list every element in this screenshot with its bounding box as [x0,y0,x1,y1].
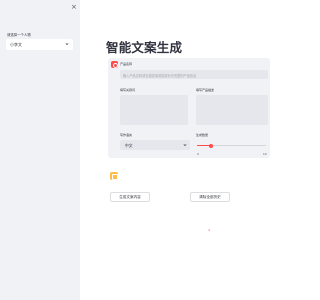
main-content: 智能文案生成 产品名称 输入产品名称或长描述用或描述补充完整的产品信息 填写关键… [80,0,300,300]
product-name-label: 产品名称 [120,62,133,66]
input-form-card: 产品名称 输入产品名称或长描述用或描述补充完整的产品信息 填写关键词 填写产品描… [108,58,270,232]
character-select-label: 请选择一个人物 [7,33,31,37]
keywords-textarea[interactable] [120,95,188,125]
language-select-value: 中文 [125,142,133,148]
generate-button[interactable]: 生成文案内容 [110,192,150,202]
chevron-down-icon [65,43,69,46]
count-min-label: 0 [197,152,199,156]
count-label: 生成数量 [196,133,209,137]
count-max-label: 10 [263,152,267,156]
description-textarea[interactable] [196,95,268,125]
count-slider-value: 4 [208,228,210,232]
product-name-input[interactable]: 输入产品名称或长描述用或描述补充完整的产品信息 [120,70,268,79]
edit-icon [111,61,118,68]
character-select-value: 小李文 [10,42,22,47]
language-select[interactable]: 中文 [120,140,190,150]
count-slider[interactable]: 4 [197,143,266,232]
character-select[interactable]: 小李文 [6,39,73,50]
close-icon[interactable]: × [71,4,77,11]
product-name-placeholder: 输入产品名称或长描述用或描述补充完整的产品信息 [123,73,197,78]
keywords-label: 填写关键词 [120,88,136,92]
language-label: 写作语言 [120,133,133,137]
count-slider-thumb[interactable] [208,143,213,148]
page-title: 智能文案生成 [106,40,183,55]
chevron-down-icon [183,144,187,147]
sidebar: × 请选择一个人物 小李文 [0,0,80,300]
document-icon [110,172,118,180]
clear-history-button[interactable]: 清除全部历史 [190,192,230,202]
description-label: 填写产品描述 [196,88,215,92]
